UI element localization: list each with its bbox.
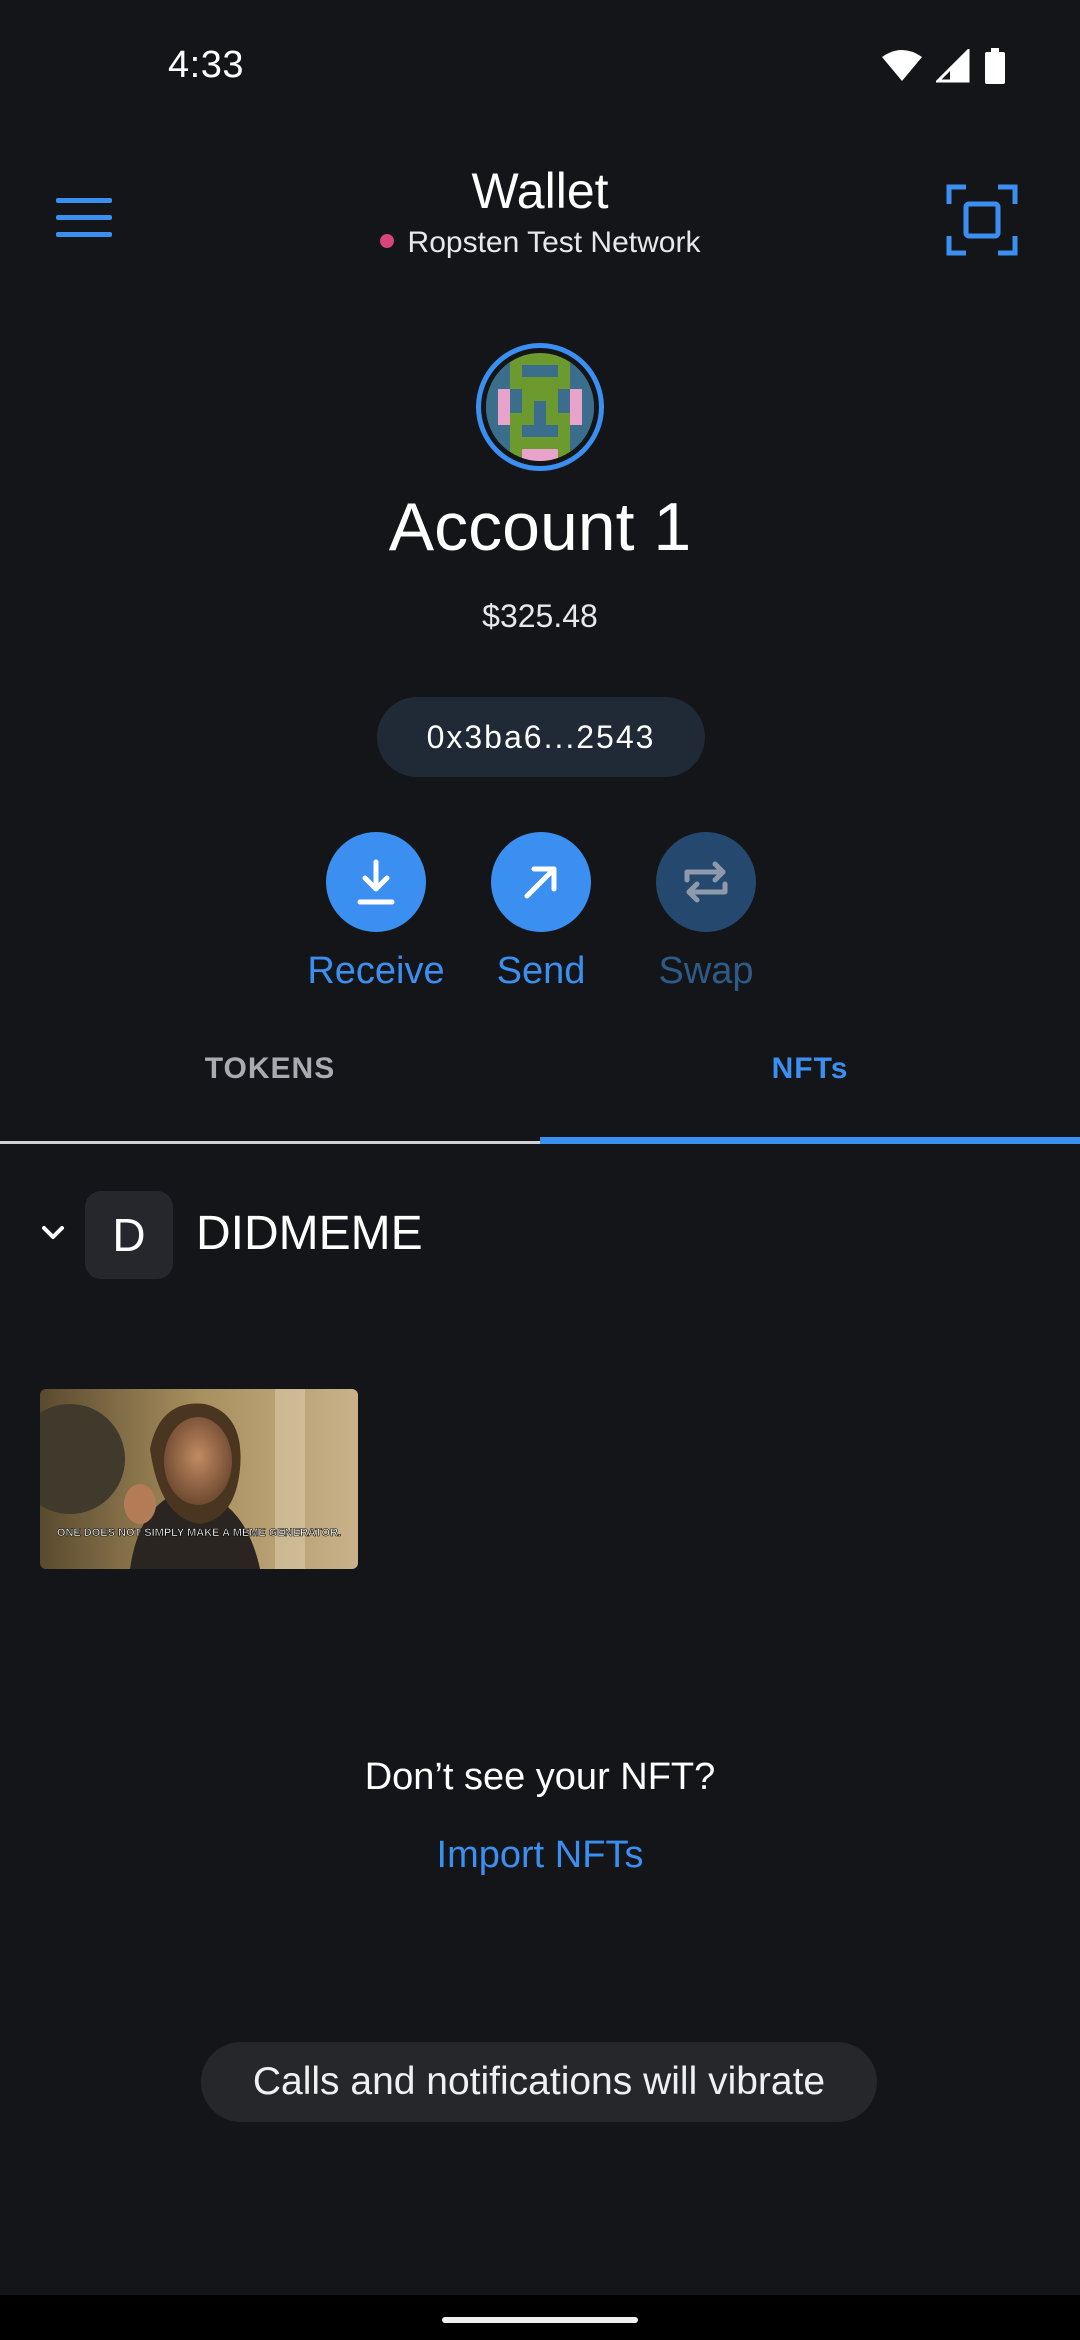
arrow-up-right-icon xyxy=(524,866,557,899)
account-name[interactable]: Account 1 xyxy=(0,488,1080,566)
avatar xyxy=(486,353,594,461)
receive-label: Receive xyxy=(307,950,445,992)
send-button[interactable]: Send xyxy=(471,832,611,993)
nft-image: ONE DOES NOT SIMPLY MAKE A MEME GENERATO… xyxy=(40,1389,358,1569)
status-icons xyxy=(882,48,1006,84)
battery-icon xyxy=(985,48,1005,84)
wifi-icon xyxy=(882,50,922,81)
home-indicator[interactable] xyxy=(442,2317,638,2323)
tab-nfts[interactable]: NFTs xyxy=(540,1052,1080,1086)
network-indicator[interactable]: Ropsten Test Network xyxy=(0,226,1080,260)
collection-name[interactable]: DIDMEME xyxy=(196,1206,423,1261)
chevron-down-icon[interactable] xyxy=(38,1218,68,1248)
scan-button[interactable] xyxy=(946,184,1018,256)
signal-icon xyxy=(936,49,970,83)
swap-label: Swap xyxy=(658,950,754,992)
tab-active-indicator xyxy=(540,1137,1080,1144)
missing-nft-prompt: Don’t see your NFT? xyxy=(364,1756,716,1798)
send-label: Send xyxy=(496,950,586,992)
account-balance: $325.48 xyxy=(482,598,598,634)
network-status-dot xyxy=(379,234,394,248)
network-name: Ropsten Test Network xyxy=(407,226,701,259)
status-time: 4:33 xyxy=(168,44,244,86)
swap-button[interactable]: Swap xyxy=(636,832,776,993)
collection-badge: D xyxy=(85,1191,173,1279)
toast-message: Calls and notifications will vibrate xyxy=(201,2042,877,2122)
nft-caption: ONE DOES NOT SIMPLY MAKE A MEME GENERATO… xyxy=(57,1527,341,1539)
page-title: Wallet xyxy=(471,163,609,219)
account-avatar[interactable] xyxy=(476,343,604,471)
nft-thumbnail[interactable]: ONE DOES NOT SIMPLY MAKE A MEME GENERATO… xyxy=(40,1389,358,1569)
address-pill[interactable]: 0x3ba6...2543 xyxy=(377,697,705,777)
download-icon xyxy=(357,859,395,905)
tab-tokens[interactable]: TOKENS xyxy=(0,1052,540,1086)
swap-icon xyxy=(684,861,728,903)
scan-qr-icon xyxy=(946,184,1018,256)
import-nfts-link[interactable]: Import NFTs xyxy=(0,1834,1080,1877)
receive-button[interactable]: Receive xyxy=(306,832,446,993)
